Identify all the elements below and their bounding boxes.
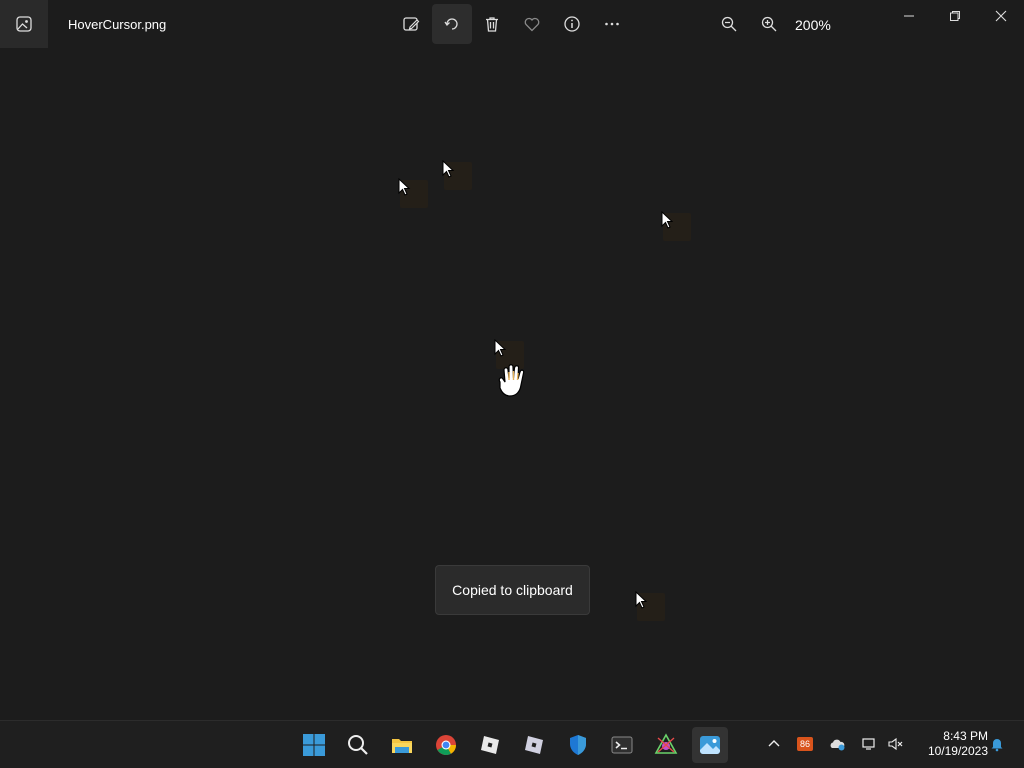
favorite-icon xyxy=(524,17,540,32)
speaker-muted-icon xyxy=(888,737,903,751)
rotate-button[interactable] xyxy=(432,4,472,44)
edit-image-button[interactable] xyxy=(391,4,431,44)
network-icon xyxy=(862,738,875,750)
close-icon xyxy=(995,10,1007,22)
zoom-level[interactable]: 200% xyxy=(795,17,831,33)
file-info-button[interactable] xyxy=(552,4,592,44)
photos-app-button[interactable] xyxy=(0,0,48,48)
delete-button[interactable] xyxy=(472,4,512,44)
notification-bell-icon xyxy=(991,739,1003,752)
file-name: HoverCursor.png xyxy=(68,17,167,32)
info-icon xyxy=(564,16,580,32)
roblox-icon xyxy=(481,736,499,754)
arrow-cursor-icon xyxy=(635,591,648,609)
onedrive-icon xyxy=(830,739,845,751)
zoom-in-icon xyxy=(761,16,777,32)
cursor-sample xyxy=(442,160,474,192)
cursor-sample xyxy=(398,178,430,210)
color-app-button[interactable] xyxy=(648,727,684,763)
terminal-icon xyxy=(611,736,633,754)
roblox-studio-icon xyxy=(525,736,543,754)
photos-app-icon xyxy=(16,16,32,32)
windows-security-button[interactable] xyxy=(560,727,596,763)
close-button[interactable] xyxy=(978,0,1024,32)
chrome-button[interactable] xyxy=(428,727,464,763)
clock-date: 10/19/2023 xyxy=(927,744,988,758)
arrow-cursor-icon xyxy=(494,339,507,357)
photos-icon xyxy=(700,736,720,754)
volume-button[interactable] xyxy=(884,733,906,755)
search-button[interactable] xyxy=(340,727,376,763)
clock[interactable]: 8:43 PM 10/19/2023 xyxy=(912,729,988,759)
photos-taskbar-button[interactable] xyxy=(692,727,728,763)
minimize-icon xyxy=(904,15,914,17)
favorite-button[interactable] xyxy=(512,4,552,44)
minimize-button[interactable] xyxy=(886,0,932,32)
more-icon xyxy=(605,22,619,26)
taskbar: 86 8:43 PM 10/19/2023 xyxy=(0,720,1024,768)
terminal-button[interactable] xyxy=(604,727,640,763)
notification-count-badge: 86 xyxy=(797,737,813,751)
clipboard-toast: Copied to clipboard xyxy=(435,565,590,615)
color-app-icon xyxy=(654,733,678,754)
chevron-up-icon xyxy=(768,740,780,747)
file-explorer-button[interactable] xyxy=(384,727,420,763)
zoom-in-button[interactable] xyxy=(749,4,789,44)
title-bar: HoverCursor.png 200% xyxy=(0,0,1024,48)
network-button[interactable] xyxy=(858,733,880,755)
windows-security-icon xyxy=(570,735,586,755)
notifications-button[interactable] xyxy=(986,733,1008,755)
see-more-button[interactable] xyxy=(592,4,632,44)
zoom-out-button[interactable] xyxy=(709,4,749,44)
edit-image-icon xyxy=(403,17,420,31)
cursor-sample xyxy=(635,591,667,623)
hand-cursor-icon xyxy=(498,364,525,397)
tray-app-badge[interactable]: 86 xyxy=(794,733,816,755)
arrow-cursor-icon xyxy=(398,178,411,196)
start-button[interactable] xyxy=(296,727,332,763)
cursor-sample xyxy=(661,211,693,243)
chrome-icon xyxy=(436,735,457,755)
restore-button[interactable] xyxy=(932,0,978,32)
roblox-button[interactable] xyxy=(472,727,508,763)
arrow-cursor-icon xyxy=(661,211,674,229)
roblox-studio-button[interactable] xyxy=(516,727,552,763)
restore-icon xyxy=(950,11,960,21)
file-explorer-icon xyxy=(392,739,412,753)
zoom-out-icon xyxy=(721,16,737,32)
onedrive-button[interactable] xyxy=(826,733,848,755)
windows-start-icon xyxy=(303,734,325,756)
clock-time: 8:43 PM xyxy=(943,729,988,743)
delete-icon xyxy=(486,17,498,32)
search-icon xyxy=(348,735,368,755)
arrow-cursor-icon xyxy=(442,160,455,178)
show-hidden-icons-button[interactable] xyxy=(763,733,785,755)
rotate-icon xyxy=(444,18,458,30)
